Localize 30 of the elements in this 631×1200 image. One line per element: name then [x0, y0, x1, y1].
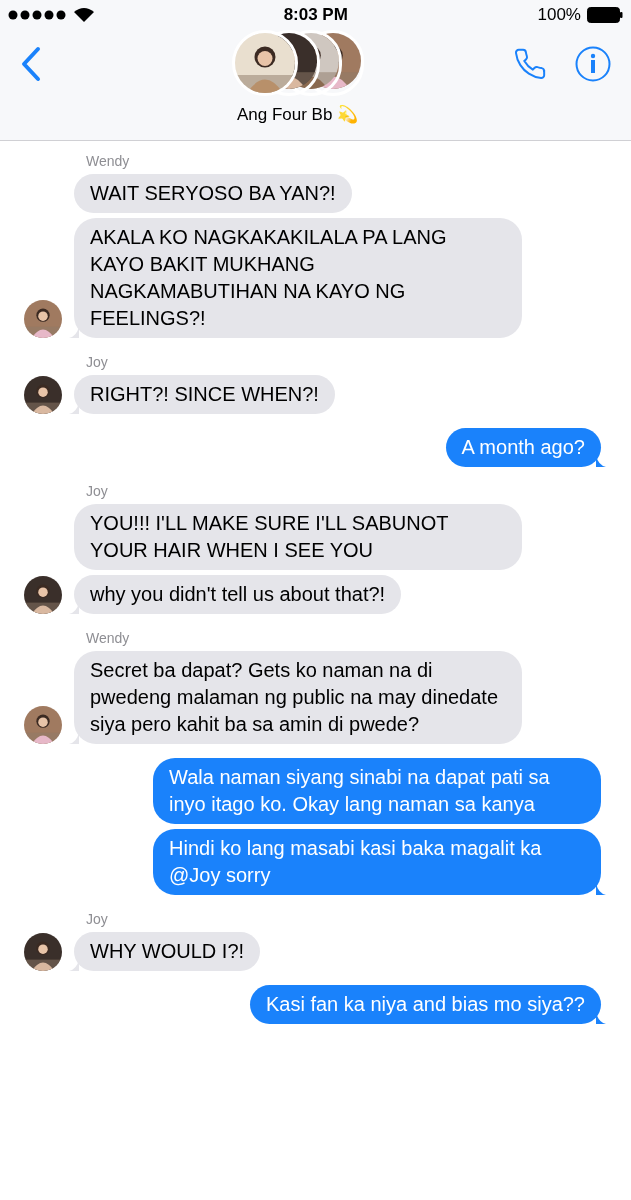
message-bubble: YOU!!! I'LL MAKE SURE I'LL SABUNOT YOUR HAIR WHEN I SEE YOU	[74, 504, 522, 570]
sender-name: Joy	[86, 910, 108, 929]
message-bubble: AKALA KO NAGKAKAKILALA PA LANG KAYO BAKIT MUKHANG NAGKAMABUTIHAN NA KAYO NG FEELINGS?!	[74, 218, 522, 338]
sender-name: Wendy	[86, 152, 130, 171]
bubble-tail-icon	[69, 732, 79, 744]
bubble-tail-icon	[596, 1012, 606, 1024]
message-bubble: A month ago?	[445, 428, 601, 467]
wifi-icon	[74, 7, 94, 23]
bubble-tail-icon	[69, 326, 79, 338]
message-bubble: why you didn't tell us about that?!	[74, 575, 402, 614]
sender-name: Joy	[86, 482, 108, 501]
status-time: 8:03 PM	[283, 4, 348, 27]
info-icon[interactable]	[575, 46, 611, 82]
back-icon[interactable]	[20, 46, 42, 82]
conversation-title[interactable]: Ang Four Bb 💫	[236, 102, 359, 128]
sender-name: Joy	[86, 353, 108, 372]
bubble-tail-icon	[596, 883, 606, 895]
battery-percent: 100%	[537, 4, 581, 27]
phone-icon[interactable]	[513, 47, 547, 81]
sender-name: Wendy	[86, 629, 130, 648]
message-bubble: Secret ba dapat? Gets ko naman na di pwedeng malaman ng public na may dinedate siya pero kahit ba sa amin di pwede?	[74, 651, 522, 744]
battery-icon	[587, 7, 623, 23]
message-bubble: RIGHT?! SINCE WHEN?!	[74, 375, 335, 414]
bubble-tail-icon	[596, 455, 606, 467]
message-bubble: Hindi ko lang masabi kasi baka magalit ka @Joy sorry	[153, 829, 601, 895]
message-bubble: Kasi fan ka niya and bias mo siya??	[249, 985, 601, 1024]
message-bubble: WAIT SERYOSO BA YAN?!	[74, 174, 352, 213]
message-bubble: Wala naman siyang sinabi na dapat pati sa inyo itago ko. Okay lang naman sa kanya	[153, 758, 601, 824]
signal-icon	[8, 10, 68, 20]
message-bubble: WHY WOULD I?!	[74, 932, 261, 971]
